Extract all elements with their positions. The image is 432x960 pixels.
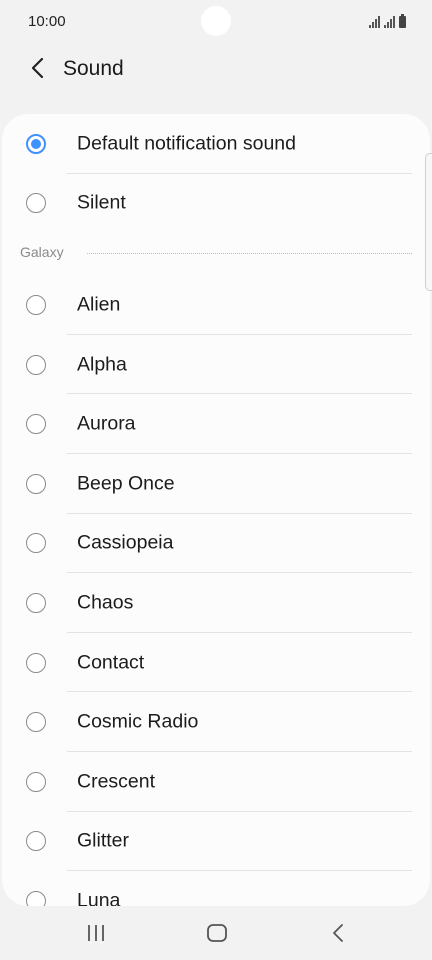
sound-list[interactable]: Default notification sound Silent Galaxy… (2, 114, 430, 906)
radio-button[interactable] (26, 414, 46, 435)
page-title: Sound (63, 57, 124, 80)
item-label: Beep Once (77, 472, 175, 495)
list-item[interactable]: Aurora (2, 394, 430, 454)
navigation-bar (0, 906, 432, 960)
item-label: Glitter (77, 829, 130, 852)
back-button[interactable] (22, 52, 54, 84)
home-button[interactable] (177, 906, 257, 960)
list-item[interactable]: Beep Once (2, 454, 430, 514)
item-label: Cosmic Radio (77, 710, 199, 733)
signal-icon (369, 16, 380, 28)
radio-button[interactable] (26, 592, 46, 613)
item-label: Silent (77, 191, 126, 214)
list-item[interactable]: Contact (2, 633, 430, 693)
list-item[interactable]: Luna (2, 871, 430, 906)
radio-button-checked[interactable] (26, 133, 46, 154)
list-item[interactable]: Cosmic Radio (2, 692, 430, 752)
list-item[interactable]: Cassiopeia (2, 514, 430, 574)
item-label: Cassiopeia (77, 531, 174, 554)
recents-button[interactable] (56, 906, 136, 960)
recents-icon (88, 925, 104, 941)
radio-button[interactable] (26, 712, 46, 733)
list-item-silent[interactable]: Silent (2, 174, 430, 234)
radio-button[interactable] (26, 354, 46, 375)
home-icon (207, 924, 227, 942)
item-label: Aurora (77, 412, 136, 435)
item-label: Alien (77, 293, 121, 316)
radio-button[interactable] (26, 652, 46, 673)
status-bar: 10:00 (0, 0, 432, 44)
radio-button[interactable] (26, 193, 46, 214)
list-item[interactable]: Chaos (2, 573, 430, 633)
item-label: Alpha (77, 353, 127, 376)
item-label: Default notification sound (77, 132, 296, 155)
item-label: Crescent (77, 770, 156, 793)
back-icon (333, 924, 343, 942)
item-label: Contact (77, 651, 145, 674)
item-label: Chaos (77, 591, 134, 614)
section-header-galaxy: Galaxy (2, 233, 430, 275)
list-item[interactable]: Crescent (2, 752, 430, 812)
section-label: Galaxy (20, 244, 64, 261)
status-icons (369, 12, 406, 28)
status-time: 10:00 (28, 13, 66, 30)
scrollbar[interactable] (425, 153, 432, 291)
radio-button[interactable] (26, 533, 46, 554)
section-divider (87, 253, 412, 255)
radio-button[interactable] (26, 771, 46, 792)
nav-back-button[interactable] (298, 906, 378, 960)
list-item[interactable]: Alpha (2, 335, 430, 395)
battery-icon (399, 14, 406, 28)
chevron-left-icon (31, 57, 44, 79)
signal-icon-2 (384, 16, 395, 28)
list-item[interactable]: Alien (2, 275, 430, 335)
radio-button[interactable] (26, 890, 46, 906)
radio-button[interactable] (26, 831, 46, 852)
list-item-default[interactable]: Default notification sound (2, 114, 430, 174)
item-label: Luna (77, 889, 121, 906)
header: Sound (0, 44, 432, 96)
camera-cutout (201, 6, 231, 36)
radio-button[interactable] (26, 473, 46, 494)
radio-button[interactable] (26, 294, 46, 315)
list-item[interactable]: Glitter (2, 812, 430, 872)
